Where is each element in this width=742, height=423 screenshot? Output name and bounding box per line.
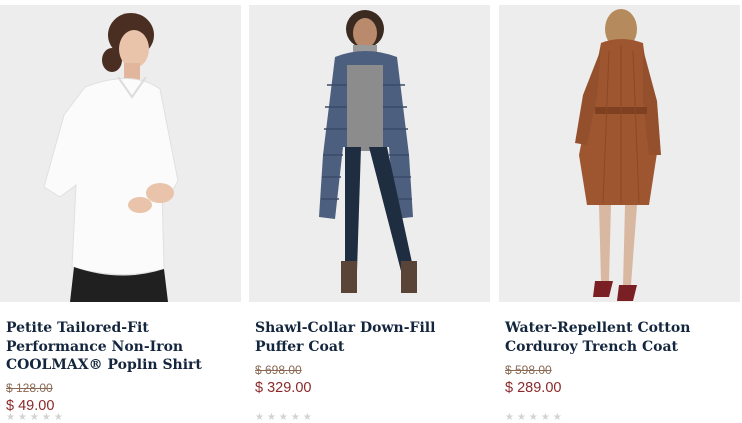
product-image-puffer-coat[interactable] <box>249 5 490 302</box>
rating-stars: ★★★★★ <box>6 412 66 423</box>
puffer-model-illustration <box>249 5 490 302</box>
product-name[interactable]: Petite Tailored-Fit Performance Non-Iron… <box>6 319 238 375</box>
product-card-puffer-coat[interactable]: Shawl-Collar Down-Fill Puffer Coat $ 698… <box>249 0 490 423</box>
rating-stars: ★★★★★ <box>255 412 315 423</box>
product-image-trench-coat[interactable] <box>499 5 740 302</box>
original-price: $ 598.00 <box>505 363 552 377</box>
original-price: $ 698.00 <box>255 363 302 377</box>
product-image-shirt[interactable] <box>0 5 241 302</box>
original-price: $ 128.00 <box>6 381 53 395</box>
sale-price: $ 289.00 <box>505 380 562 396</box>
rating-stars: ★★★★★ <box>505 412 565 423</box>
product-card-shirt[interactable]: Petite Tailored-Fit Performance Non-Iron… <box>0 0 241 423</box>
product-name[interactable]: Shawl-Collar Down-Fill Puffer Coat <box>255 319 487 356</box>
shirt-model-illustration <box>0 5 241 302</box>
product-card-trench-coat[interactable]: Water-Repellent Cotton Corduroy Trench C… <box>499 0 740 423</box>
product-name[interactable]: Water-Repellent Cotton Corduroy Trench C… <box>505 319 737 356</box>
trench-model-illustration <box>499 5 740 302</box>
sale-price: $ 329.00 <box>255 380 312 396</box>
